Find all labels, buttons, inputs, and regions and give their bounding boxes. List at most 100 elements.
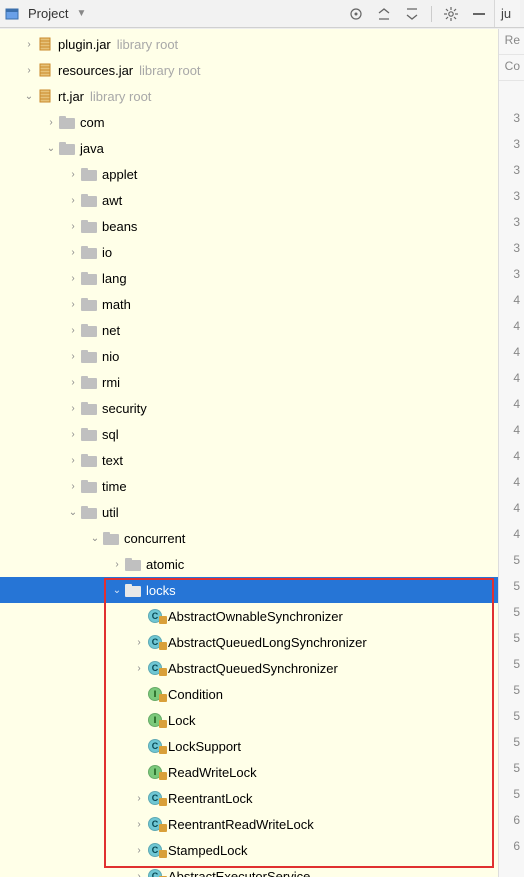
tree-item-StampedLock[interactable]: ›CStampedLock xyxy=(0,837,498,863)
tree-label: rt.jar xyxy=(58,89,84,104)
gutter-cell: 6 xyxy=(499,809,524,835)
tree-item-AbstractQueuedLongSynchronizer[interactable]: ›CAbstractQueuedLongSynchronizer xyxy=(0,629,498,655)
folder-icon xyxy=(80,270,98,286)
expand-arrow-icon[interactable]: › xyxy=(66,481,80,492)
tree-item-AbstractOwnableSynchronizer[interactable]: ›CAbstractOwnableSynchronizer xyxy=(0,603,498,629)
collapse-arrow-icon[interactable]: ⌄ xyxy=(110,585,124,596)
toolbar: Project ▼ ju xyxy=(0,0,524,28)
expand-arrow-icon[interactable]: › xyxy=(22,65,36,76)
collapse-arrow-icon[interactable]: ⌄ xyxy=(66,507,80,518)
tree-item-atomic[interactable]: ›atomic xyxy=(0,551,498,577)
expand-arrow-icon[interactable]: › xyxy=(110,559,124,570)
tree-label: StampedLock xyxy=(168,843,248,858)
tree-item-java[interactable]: ⌄java xyxy=(0,135,498,161)
gutter-cell: Co xyxy=(499,55,524,81)
gutter-cell: 4 xyxy=(499,341,524,367)
project-dropdown-icon[interactable]: ▼ xyxy=(76,8,86,19)
tree-item-Lock[interactable]: ›ILock xyxy=(0,707,498,733)
collapse-arrow-icon[interactable]: ⌄ xyxy=(44,143,58,154)
tree-item-locks[interactable]: ⌄locks xyxy=(0,577,498,603)
class-icon: C xyxy=(146,790,164,806)
tree-item-io[interactable]: ›io xyxy=(0,239,498,265)
gutter-cell: 3 xyxy=(499,263,524,289)
tree-item-math[interactable]: ›math xyxy=(0,291,498,317)
tree-label: com xyxy=(80,115,105,130)
expand-arrow-icon[interactable]: › xyxy=(66,455,80,466)
tree-item-ReadWriteLock[interactable]: ›IReadWriteLock xyxy=(0,759,498,785)
tree-item-rmi[interactable]: ›rmi xyxy=(0,369,498,395)
tree-item-nio[interactable]: › nio xyxy=(0,343,498,369)
tree-item-net[interactable]: › net xyxy=(0,317,498,343)
tree-label: lang xyxy=(102,271,127,286)
gutter-cell: 4 xyxy=(499,315,524,341)
tree-item-security[interactable]: ›security xyxy=(0,395,498,421)
tree-item-beans[interactable]: ›beans xyxy=(0,213,498,239)
tree-item-text[interactable]: › text xyxy=(0,447,498,473)
folder-icon xyxy=(80,244,98,260)
folder-icon xyxy=(80,166,98,182)
tree-item-applet[interactable]: ›applet xyxy=(0,161,498,187)
interface-icon: I xyxy=(146,764,164,780)
locate-target-icon[interactable] xyxy=(347,5,365,23)
expand-arrow-icon[interactable]: › xyxy=(44,117,58,128)
tree-item-time[interactable]: ›time xyxy=(0,473,498,499)
tree-item-concurrent[interactable]: ⌄concurrent xyxy=(0,525,498,551)
expand-arrow-icon[interactable]: › xyxy=(66,247,80,258)
project-title[interactable]: Project xyxy=(24,6,72,21)
folder-icon xyxy=(124,582,142,598)
expand-arrow-icon[interactable]: › xyxy=(66,377,80,388)
expand-arrow-icon[interactable]: › xyxy=(132,871,146,877)
gutter-cell: 4 xyxy=(499,289,524,315)
expand-arrow-icon[interactable]: › xyxy=(66,299,80,310)
class-icon: C xyxy=(146,608,164,624)
tree-item-Condition[interactable]: ›ICondition xyxy=(0,681,498,707)
class-icon: C xyxy=(146,634,164,650)
tree-label: AbstractExecutorService xyxy=(168,869,310,877)
expand-arrow-icon[interactable]: › xyxy=(66,169,80,180)
expand-arrow-icon[interactable]: › xyxy=(132,819,146,830)
tree-label: AbstractOwnableSynchronizer xyxy=(168,609,343,624)
gutter-cell: 5 xyxy=(499,549,524,575)
tree-item-plugin-jar[interactable]: ›plugin.jarlibrary root xyxy=(0,31,498,57)
project-tree[interactable]: ›plugin.jarlibrary root›resources.jarlib… xyxy=(0,29,498,877)
tree-label: awt xyxy=(102,193,122,208)
tree-item-LockSupport[interactable]: ›CLockSupport xyxy=(0,733,498,759)
settings-gear-icon[interactable] xyxy=(442,5,460,23)
tree-label: Lock xyxy=(168,713,195,728)
expand-arrow-icon[interactable]: › xyxy=(66,221,80,232)
tree-item-resources-jar[interactable]: ›resources.jarlibrary root xyxy=(0,57,498,83)
expand-arrow-icon[interactable]: › xyxy=(132,793,146,804)
expand-arrow-icon[interactable]: › xyxy=(66,325,80,336)
expand-arrow-icon[interactable]: › xyxy=(22,39,36,50)
tree-item-rt-jar[interactable]: ⌄rt.jarlibrary root xyxy=(0,83,498,109)
tree-label: nio xyxy=(102,349,119,364)
tree-item-awt[interactable]: › awt xyxy=(0,187,498,213)
collapse-arrow-icon[interactable]: ⌄ xyxy=(22,91,36,102)
expand-all-icon[interactable] xyxy=(375,5,393,23)
folder-icon xyxy=(58,140,76,156)
tree-item-util[interactable]: ⌄util xyxy=(0,499,498,525)
expand-arrow-icon[interactable]: › xyxy=(66,195,80,206)
tree-item-AbstractQueuedSynchronizer[interactable]: ›CAbstractQueuedSynchronizer xyxy=(0,655,498,681)
expand-arrow-icon[interactable]: › xyxy=(66,403,80,414)
gutter-cell: 6 xyxy=(499,835,524,861)
expand-arrow-icon[interactable]: › xyxy=(132,845,146,856)
expand-arrow-icon[interactable]: › xyxy=(66,351,80,362)
expand-arrow-icon[interactable]: › xyxy=(66,273,80,284)
tree-label: net xyxy=(102,323,120,338)
tree-item-AbstractExecutorService[interactable]: ›CAbstractExecutorService xyxy=(0,863,498,877)
tree-item-lang[interactable]: › lang xyxy=(0,265,498,291)
tree-item-sql[interactable]: ›sql xyxy=(0,421,498,447)
collapse-all-icon[interactable] xyxy=(403,5,421,23)
tree-label: text xyxy=(102,453,123,468)
expand-arrow-icon[interactable]: › xyxy=(132,637,146,648)
library-suffix: library root xyxy=(117,37,178,52)
tree-item-com[interactable]: › com xyxy=(0,109,498,135)
jar-icon xyxy=(36,62,54,78)
hide-panel-icon[interactable] xyxy=(470,5,488,23)
tree-item-ReentrantReadWriteLock[interactable]: ›CReentrantReadWriteLock xyxy=(0,811,498,837)
expand-arrow-icon[interactable]: › xyxy=(66,429,80,440)
tree-item-ReentrantLock[interactable]: ›CReentrantLock xyxy=(0,785,498,811)
collapse-arrow-icon[interactable]: ⌄ xyxy=(88,533,102,544)
expand-arrow-icon[interactable]: › xyxy=(132,663,146,674)
